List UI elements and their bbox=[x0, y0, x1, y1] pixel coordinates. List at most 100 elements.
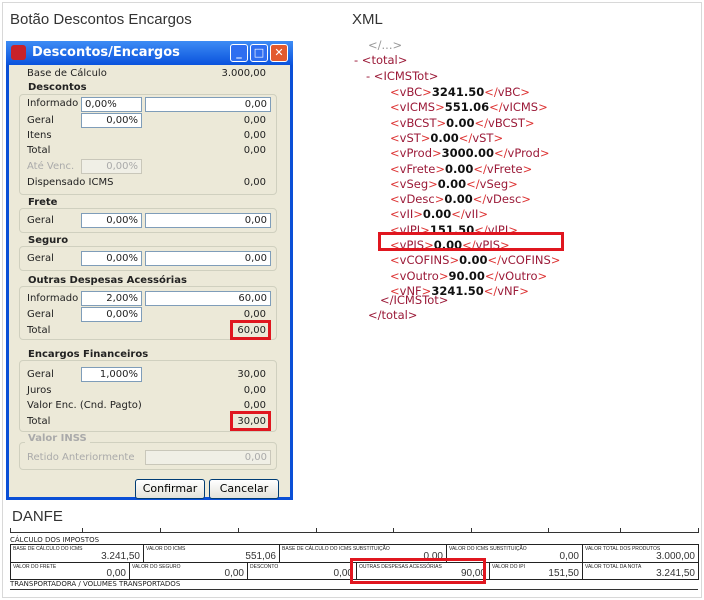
danfe-cell: DESCONTO 0,00 bbox=[247, 562, 357, 580]
retido-label: Retido Anteriormente bbox=[27, 452, 135, 463]
ruler-tick bbox=[238, 528, 239, 533]
encargos-total-label: Total bbox=[27, 416, 51, 427]
outras-geral-value: 0,00 bbox=[243, 309, 266, 320]
danfe-cell-value: 3.241,50 bbox=[656, 568, 695, 579]
ruler-line bbox=[10, 532, 698, 533]
descontos-informado-pct[interactable]: 0,00% bbox=[81, 97, 142, 112]
danfe-cell-value: 551,06 bbox=[245, 551, 276, 562]
danfe-cell: VALOR DO ICMS 551,06 bbox=[143, 544, 280, 563]
dispensado-value: 0,00 bbox=[243, 177, 266, 188]
outras-informado-label: Informado bbox=[27, 293, 79, 304]
descontos-total-value: 0,00 bbox=[243, 145, 266, 156]
danfe-cell-value: 0,00 bbox=[224, 568, 244, 579]
minimize-icon[interactable]: _ bbox=[230, 44, 248, 62]
dispensado-label: Dispensado ICMS bbox=[27, 177, 114, 188]
dialog-titlebar[interactable]: Descontos/Encargos _ □ ✕ bbox=[6, 41, 293, 65]
ruler-tick bbox=[82, 528, 83, 533]
encargos-geral-pct[interactable]: 1,000% bbox=[81, 367, 142, 382]
outras-informado-value[interactable]: 60,00 bbox=[145, 291, 271, 306]
xml-line-vdesc: <vDesc>0.00</vDesc> bbox=[390, 192, 531, 207]
xml-line-vseg: <vSeg>0.00</vSeg> bbox=[390, 176, 518, 191]
danfe-cell-label: VALOR DO IPI bbox=[492, 564, 525, 570]
frete-geral-label: Geral bbox=[27, 215, 54, 226]
danfe-section-transportadora: TRANSPORTADORA / VOLUMES TRANSPORTADOS bbox=[10, 580, 181, 588]
highlight-box bbox=[378, 232, 564, 251]
close-icon[interactable]: ✕ bbox=[270, 44, 288, 62]
frete-geral-pct[interactable]: 0,00% bbox=[81, 213, 142, 228]
ruler-tick bbox=[698, 528, 699, 533]
xml-line-vst: <vST>0.00</vST> bbox=[390, 130, 504, 145]
xml-total-close: </total> bbox=[368, 308, 418, 322]
descontos-geral-pct[interactable]: 0,00% bbox=[81, 113, 142, 128]
outras-geral-label: Geral bbox=[27, 309, 54, 320]
retido-value: 0,00 bbox=[145, 450, 271, 465]
outras-geral-pct[interactable]: 0,00% bbox=[81, 307, 142, 322]
confirm-button[interactable]: Confirmar bbox=[135, 479, 205, 499]
app-icon bbox=[11, 45, 26, 60]
row-line bbox=[10, 589, 698, 590]
danfe-cell-label: DESCONTO bbox=[250, 564, 279, 570]
descontos-encargos-dialog: Descontos/Encargos _ □ ✕ Base de Cálculo… bbox=[6, 41, 293, 500]
danfe-cell: VALOR DO FRETE 0,00 bbox=[10, 562, 130, 580]
outras-title: Outras Despesas Acessórias bbox=[25, 275, 190, 286]
danfe-cell-label: BASE DE CÁLCULO DO ICMS SUBSTITUIÇÃO bbox=[282, 546, 390, 552]
outras-total-label: Total bbox=[27, 325, 51, 336]
descontos-geral-value: 0,00 bbox=[243, 115, 266, 126]
juros-value: 0,00 bbox=[243, 385, 266, 396]
seguro-geral-label: Geral bbox=[27, 253, 54, 264]
ate-venc-label: Até Venc. bbox=[27, 161, 75, 172]
heading-xml: XML bbox=[352, 11, 383, 28]
ate-venc-pct: 0,00% bbox=[81, 159, 142, 174]
xml-line-vbc: <vBC>3241.50</vBC> bbox=[390, 85, 530, 99]
valor-enc-label: Valor Enc. (Cnd. Pagto) bbox=[27, 400, 142, 411]
xml-line-vprod: <vProd>3000.00</vProd> bbox=[390, 146, 550, 161]
frete-geral-value[interactable]: 0,00 bbox=[145, 213, 271, 228]
danfe-cell-label: VALOR DO ICMS bbox=[146, 546, 186, 552]
highlight-box bbox=[230, 411, 271, 431]
seguro-title: Seguro bbox=[25, 235, 72, 246]
xml-line-vfrete: <vFrete>0.00</vFrete> bbox=[390, 161, 533, 176]
seguro-geral-pct[interactable]: 0,00% bbox=[81, 251, 142, 266]
descontos-title: Descontos bbox=[25, 82, 90, 93]
xml-line-voutro: <vOutro>90.00</vOutro> bbox=[390, 268, 548, 283]
xml-total-open: - <total> bbox=[354, 53, 408, 67]
juros-label: Juros bbox=[27, 385, 52, 396]
danfe-cell-value: 0,00 bbox=[559, 551, 579, 562]
danfe-cell-value: 0,00 bbox=[106, 568, 126, 579]
danfe-cell-value: 3.000,00 bbox=[656, 551, 695, 562]
danfe-cell-label: VALOR DO FRETE bbox=[13, 564, 57, 570]
ruler-tick bbox=[548, 528, 549, 533]
danfe-cell: BASE DE CÁLCULO DO ICMS 3.241,50 bbox=[10, 544, 144, 563]
danfe-cell: VALOR TOTAL DOS PRODUTOS 3.000,00 bbox=[582, 544, 699, 563]
ruler-tick bbox=[316, 528, 317, 533]
xml-icmstot-close: </ICMSTot> bbox=[380, 293, 449, 307]
danfe-cell-label: VALOR TOTAL DA NOTA bbox=[585, 564, 642, 570]
frete-title: Frete bbox=[25, 197, 61, 208]
ruler-tick bbox=[10, 528, 11, 533]
descontos-informado-label: Informado bbox=[27, 98, 79, 109]
heading-danfe: DANFE bbox=[12, 508, 63, 525]
descontos-total-label: Total bbox=[27, 145, 51, 156]
dialog-title: Descontos/Encargos bbox=[32, 45, 180, 60]
highlight-box bbox=[230, 320, 271, 340]
descontos-itens-value: 0,00 bbox=[243, 130, 266, 141]
encargos-title: Encargos Financeiros bbox=[25, 349, 152, 360]
highlight-box bbox=[350, 558, 486, 584]
xml-line-vcofins: <vCOFINS>0.00</vCOFINS> bbox=[390, 253, 561, 268]
descontos-geral-label: Geral bbox=[27, 115, 54, 126]
encargos-geral-value: 30,00 bbox=[237, 369, 266, 380]
seguro-geral-value[interactable]: 0,00 bbox=[145, 251, 271, 266]
valor-enc-value: 0,00 bbox=[243, 400, 266, 411]
cancel-button[interactable]: Cancelar bbox=[209, 479, 279, 499]
danfe-cell-label: VALOR TOTAL DOS PRODUTOS bbox=[585, 546, 661, 552]
ruler-tick bbox=[620, 528, 621, 533]
danfe-cell: VALOR DO SEGURO 0,00 bbox=[129, 562, 248, 580]
xml-line-vii: <vII>0.00</vII> bbox=[390, 207, 488, 222]
danfe-cell: VALOR TOTAL DA NOTA 3.241,50 bbox=[582, 562, 699, 580]
outras-informado-pct[interactable]: 2,00% bbox=[81, 291, 142, 306]
base-value: 3.000,00 bbox=[221, 68, 266, 79]
descontos-informado-value[interactable]: 0,00 bbox=[145, 97, 271, 112]
heading-left: Botão Descontos Encargos bbox=[10, 11, 192, 28]
maximize-icon[interactable]: □ bbox=[250, 44, 268, 62]
encargos-geral-label: Geral bbox=[27, 369, 54, 380]
